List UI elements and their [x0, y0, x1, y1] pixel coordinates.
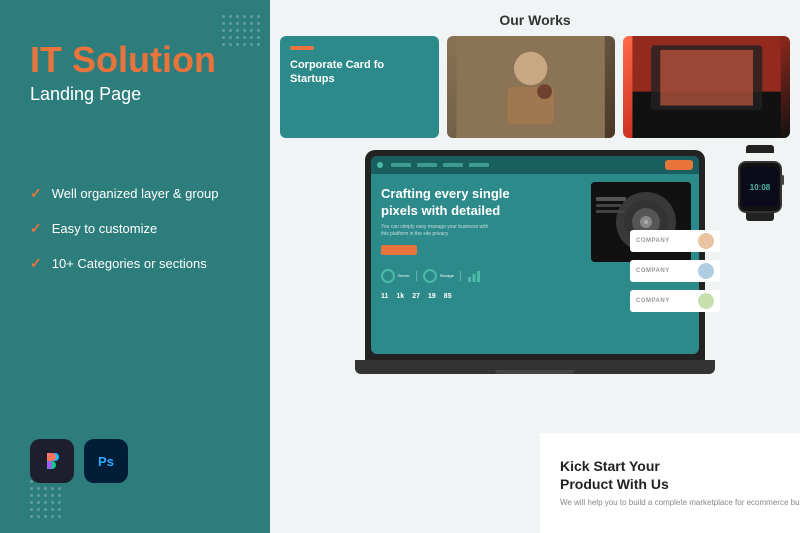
num-item-5: 85 [444, 293, 452, 300]
laptop-nav [371, 156, 699, 174]
watch-strap-bottom [746, 213, 774, 221]
work-card-3 [623, 36, 790, 138]
hero-btn [381, 245, 417, 255]
nav-cta-btn [665, 160, 693, 170]
nav-links [391, 163, 489, 167]
company-name-1: COMPANY [636, 238, 670, 244]
feature-label-1: Well organized layer & group [52, 186, 219, 201]
stat-divider-1 [416, 271, 417, 281]
our-works-label: Our Works [499, 12, 570, 28]
people-image-svg [447, 36, 614, 138]
left-panel: IT Solution Landing Page ✓ Well organize… [0, 0, 270, 533]
ps-label: Ps [98, 454, 114, 469]
watch-button [781, 175, 784, 185]
stat-text-1: Server [398, 273, 410, 278]
work-card-1: Corporate Card fo Startups [280, 36, 439, 138]
figma-icon [41, 450, 63, 472]
bottom-title: Kick Start Your Product With Us [560, 457, 800, 493]
tools-row: Ps [30, 439, 128, 483]
feature-item-2: ✓ Easy to customize [30, 220, 240, 237]
people-image [447, 36, 614, 138]
num-val-2: 1k [396, 293, 404, 300]
company-avatar-2 [698, 263, 714, 279]
stat-divider-2 [460, 271, 461, 281]
num-item-1: 11 [381, 293, 388, 300]
nav-link-2 [417, 163, 437, 167]
right-panel: Our Works Corporate Card fo Startups [270, 0, 800, 533]
num-val-5: 85 [444, 293, 452, 300]
smartwatch: 10:08 [730, 145, 790, 230]
bottom-subtitle: We will help you to build a complete mar… [560, 497, 800, 509]
stat-circle-2 [423, 269, 437, 283]
num-val-4: 19 [428, 293, 436, 300]
stat-item-3 [467, 269, 481, 283]
our-works-header: Our Works [270, 0, 800, 36]
company-name-2: COMPANY [636, 268, 670, 274]
company-avatar-3 [698, 293, 714, 309]
features-list: ✓ Well organized layer & group ✓ Easy to… [30, 185, 240, 272]
company-row-3: COMPANY [630, 290, 720, 312]
stat-item-1: Server [381, 269, 410, 283]
bottom-content: Kick Start Your Product With Us We will … [560, 457, 800, 509]
laptop-image-svg [623, 36, 790, 138]
laptop-base [355, 360, 715, 374]
stat-circle-1 [381, 269, 395, 283]
laptop-area: Crafting every single pixels with detail… [270, 130, 800, 410]
bottom-section: Kick Start Your Product With Us We will … [540, 433, 800, 533]
feature-item-1: ✓ Well organized layer & group [30, 185, 240, 202]
num-item-2: 1k [396, 293, 404, 300]
check-icon-1: ✓ [30, 185, 42, 202]
company-name-3: COMPANY [636, 298, 670, 304]
stat-item-2: Storage [423, 269, 454, 283]
figma-badge [30, 439, 74, 483]
nav-link-3 [443, 163, 463, 167]
watch-strap-top [746, 145, 774, 153]
num-val-3: 27 [412, 293, 420, 300]
app-title: IT Solution Landing Page [30, 40, 240, 105]
nav-logo-dot [377, 162, 383, 168]
watch-time: 10:08 [750, 183, 770, 192]
company-logos: COMPANY COMPANY COMPANY [630, 230, 720, 320]
watch-body: 10:08 [738, 161, 782, 213]
chart-icon [467, 269, 481, 283]
watch-screen: 10:08 [742, 167, 778, 207]
company-row-1: COMPANY [630, 230, 720, 252]
num-val-1: 11 [381, 293, 388, 300]
work-card-title-1: Corporate Card fo Startups [290, 58, 429, 87]
laptop-image [623, 36, 790, 138]
num-item-3: 27 [412, 293, 420, 300]
company-avatar-1 [698, 233, 714, 249]
hero-subtitle: You can simply easy manage your business… [381, 224, 491, 239]
check-icon-3: ✓ [30, 255, 42, 272]
check-icon-2: ✓ [30, 220, 42, 237]
work-card-2 [447, 36, 614, 138]
feature-item-3: ✓ 10+ Categories or sections [30, 255, 240, 272]
subtitle: Landing Page [30, 84, 240, 105]
hero-title: Crafting every single pixels with detail… [381, 186, 511, 220]
nav-link-4 [469, 163, 489, 167]
feature-label-3: 10+ Categories or sections [52, 256, 207, 271]
feature-label-2: Easy to customize [52, 221, 158, 236]
ps-badge: Ps [84, 439, 128, 483]
company-row-2: COMPANY [630, 260, 720, 282]
nav-link-1 [391, 163, 411, 167]
stat-text-2: Storage [440, 273, 454, 278]
num-item-4: 19 [428, 293, 436, 300]
title-it: IT Solution [30, 40, 240, 80]
work-card-accent [290, 46, 314, 50]
